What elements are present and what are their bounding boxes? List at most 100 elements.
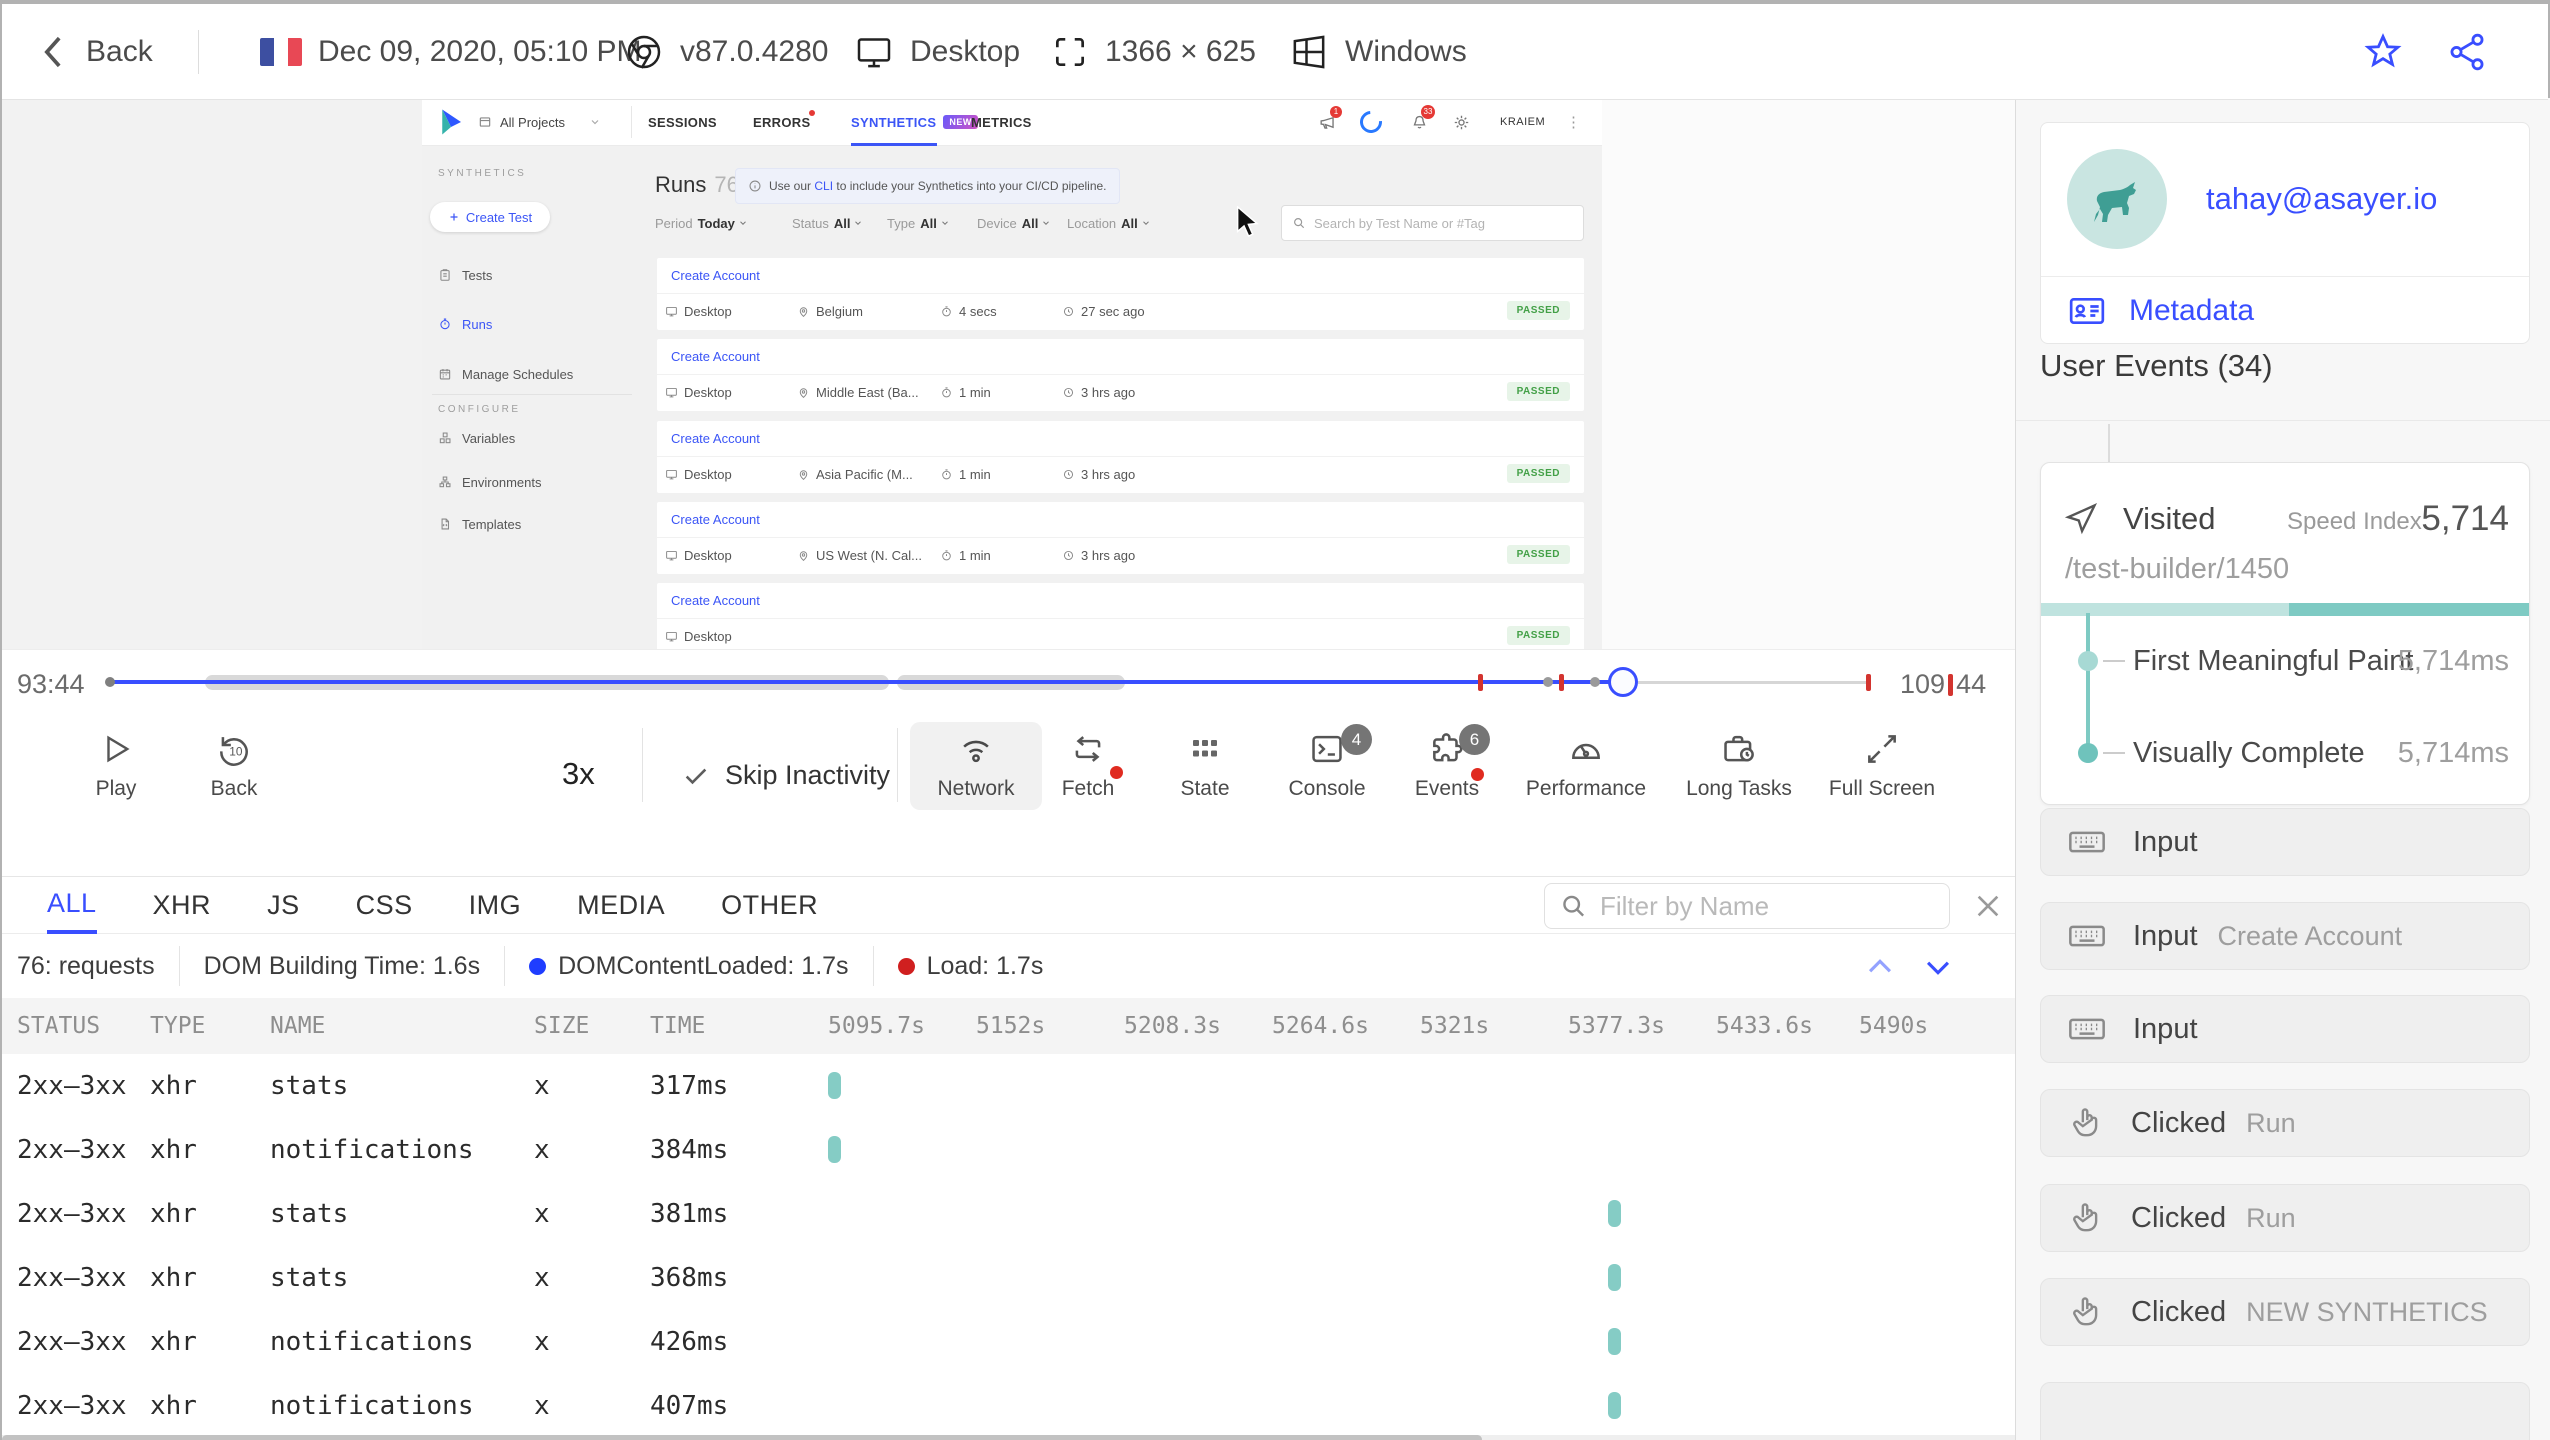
filter-status[interactable]: Status All [792, 212, 863, 234]
sidebar-item-manage-schedules[interactable]: Manage Schedules [438, 362, 573, 386]
filter-type[interactable]: Type All [887, 212, 950, 234]
filter-period[interactable]: Period Today [655, 212, 748, 234]
settings-button[interactable] [1452, 98, 1471, 146]
test-search-input[interactable] [1314, 215, 1573, 231]
run-row[interactable]: Create Account Desktop Belgium 4 secs 27… [657, 258, 1584, 330]
event-item-input[interactable]: Input Create Account [2040, 902, 2530, 970]
state-panel-button[interactable]: State [1135, 730, 1275, 801]
scrollbar-thumb[interactable] [2, 1435, 1482, 1440]
tab-other[interactable]: OTHER [721, 877, 818, 934]
events-panel-button[interactable]: Events 6 [1377, 724, 1517, 801]
player-canvas-margin [1602, 98, 2015, 649]
run-name-link[interactable]: Create Account [657, 421, 1584, 457]
play-icon [107, 735, 130, 763]
speed-toggle[interactable]: 3x [562, 756, 595, 792]
skip-inactivity-toggle[interactable]: Skip Inactivity [682, 760, 890, 791]
tab-js[interactable]: JS [267, 877, 300, 934]
share-button[interactable] [2446, 4, 2488, 100]
run-row[interactable]: Create Account Desktop Middle East (Ba..… [657, 339, 1584, 411]
metric-dash [2103, 752, 2125, 754]
run-row[interactable]: Create Account Desktop US West (N. Cal..… [657, 502, 1584, 574]
close-panel-button[interactable] [1972, 890, 2004, 922]
test-search[interactable] [1281, 205, 1584, 241]
run-name-link[interactable]: Create Account [657, 258, 1584, 294]
tab-css[interactable]: CSS [356, 877, 413, 934]
full-screen-button[interactable]: Full Screen [1812, 730, 1952, 801]
run-name-link[interactable]: Create Account [657, 502, 1584, 538]
tab-all[interactable]: ALL [47, 877, 97, 934]
run-row[interactable]: Create Account Desktop PASSED [657, 583, 1584, 649]
run-row[interactable]: Create Account Desktop Asia Pacific (M..… [657, 421, 1584, 493]
playback-timeline[interactable]: 93:44 109 44 [2, 649, 2015, 714]
sidebar-item-runs[interactable]: Runs [438, 312, 492, 336]
tab-xhr[interactable]: XHR [153, 877, 212, 934]
jump-previous-button[interactable] [1863, 950, 1897, 984]
network-request-row[interactable]: 2xx–3xx xhr stats x 317ms [2, 1054, 2015, 1118]
event-item-clicked[interactable]: Clicked Run [2040, 1089, 2530, 1157]
metadata-label: Metadata [2129, 294, 2255, 327]
run-name-link[interactable]: Create Account [657, 583, 1584, 619]
tab-img[interactable]: IMG [469, 877, 522, 934]
sidebar-divider [432, 394, 632, 395]
network-request-row[interactable]: 2xx–3xx xhr stats x 381ms [2, 1182, 2015, 1246]
request-timing-marker [828, 1072, 841, 1099]
user-menu[interactable]: KRAIEM [1500, 98, 1545, 146]
favorite-button[interactable] [2362, 4, 2404, 100]
kebab-menu[interactable]: ⋮ [1566, 98, 1581, 146]
events-count-badge: 6 [1459, 724, 1490, 755]
playhead-handle[interactable] [1608, 667, 1638, 697]
tab-media[interactable]: MEDIA [577, 877, 665, 934]
event-item-clicked[interactable]: Clicked Run [2040, 1184, 2530, 1252]
col-name: NAME [270, 1013, 326, 1039]
long-tasks-panel-button[interactable]: Long Tasks [1669, 730, 1809, 801]
controls-divider [897, 728, 898, 802]
visited-event-card[interactable]: Visited Speed Index 5,714 /test-builder/… [2040, 462, 2530, 805]
location-pin-icon [799, 307, 808, 318]
back-button[interactable]: Back [40, 4, 153, 100]
sidebar-item-templates[interactable]: Templates [438, 512, 521, 536]
col-time-tick: 5264.6s [1272, 1013, 1369, 1039]
metadata-button[interactable]: Metadata [2067, 291, 2254, 331]
event-item-partial[interactable] [2040, 1382, 2530, 1440]
event-item-clicked[interactable]: Clicked NEW SYNTHETICS [2040, 1278, 2530, 1346]
tab-sessions[interactable]: SESSIONS [648, 98, 717, 146]
network-request-row[interactable]: 2xx–3xx xhr notifications x 407ms [2, 1374, 2015, 1438]
horizontal-scrollbar[interactable] [2, 1435, 2015, 1440]
jump-next-button[interactable] [1921, 950, 1955, 984]
create-test-button[interactable]: Create Test [430, 202, 550, 232]
status-badge: PASSED [1506, 301, 1570, 320]
event-item-input[interactable]: Input [2040, 808, 2530, 876]
run-name-link[interactable]: Create Account [657, 339, 1584, 375]
device-type-label: Desktop [910, 35, 1021, 68]
sidebar-item-tests[interactable]: Tests [438, 263, 492, 287]
announcements-button[interactable]: 1 [1318, 98, 1342, 146]
sidebar-item-variables[interactable]: Variables [438, 426, 515, 450]
error-marker [1478, 674, 1483, 691]
sidebar-item-environments[interactable]: Environments [438, 470, 541, 494]
network-request-row[interactable]: 2xx–3xx xhr notifications x 426ms [2, 1310, 2015, 1374]
keyboard-icon [2069, 1018, 2105, 1040]
user-email[interactable]: tahay@asayer.io [2206, 181, 2437, 217]
project-selector[interactable]: All Projects [478, 98, 601, 146]
filter-device[interactable]: Device All [977, 212, 1051, 234]
notifications-button[interactable]: 33 [1410, 98, 1435, 146]
back-10s-button[interactable]: 10 Back [164, 730, 304, 801]
tab-metrics[interactable]: METRICS [971, 98, 1032, 146]
loading-spinner [1355, 98, 1387, 146]
network-request-row[interactable]: 2xx–3xx xhr notifications x 384ms [2, 1118, 2015, 1182]
cli-link[interactable]: CLI [814, 179, 833, 193]
file-code-icon [441, 518, 450, 530]
event-item-input[interactable]: Input [2040, 995, 2530, 1063]
network-filter-input[interactable] [1600, 890, 1935, 922]
performance-panel-button[interactable]: Performance [1516, 730, 1656, 801]
gauge-icon [1572, 743, 1600, 759]
tab-errors[interactable]: ERRORS [753, 98, 815, 146]
tab-synthetics[interactable]: SYNTHETICS NEW [851, 98, 978, 146]
sidebar-section-configure: CONFIGURE [438, 404, 521, 415]
network-request-row[interactable]: 2xx–3xx xhr stats x 368ms [2, 1246, 2015, 1310]
plus-icon [450, 213, 458, 221]
filter-location[interactable]: Location All [1067, 212, 1151, 234]
nav-divider [631, 106, 632, 138]
network-filter[interactable] [1544, 883, 1950, 929]
console-panel-button[interactable]: Console 4 [1257, 724, 1397, 801]
